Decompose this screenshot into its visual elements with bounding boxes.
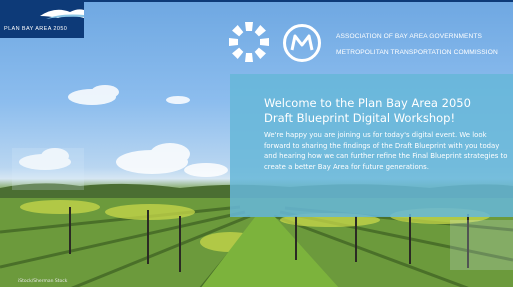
partner-logos: ASSOCIATION OF BAY AREA GOVERNMENTS METR… <box>226 19 513 69</box>
welcome-title-line-1: Welcome to the Plan Bay Area 2050 <box>264 96 471 110</box>
workshop-slide: PLAN BAY AREA 2050 ASSOCIATION OF BAY AR… <box>0 0 513 287</box>
mtc-monogram-icon <box>283 24 321 62</box>
welcome-title: Welcome to the Plan Bay Area 2050 Draft … <box>264 96 512 126</box>
organization-names: ASSOCIATION OF BAY AREA GOVERNMENTS METR… <box>336 29 498 61</box>
photo-credit: iStock/Sherman Stock <box>18 279 68 284</box>
welcome-message: We're happy you are joining us for today… <box>264 131 508 171</box>
translucent-overlay-block <box>12 148 84 190</box>
plan-bay-area-hills-icon <box>40 9 84 19</box>
welcome-title-line-2: Draft Blueprint Digital Workshop! <box>264 111 456 125</box>
plan-logo-text: PLAN BAY AREA 2050 <box>4 26 68 32</box>
translucent-overlay-block <box>450 220 513 270</box>
welcome-panel: Welcome to the Plan Bay Area 2050 Draft … <box>230 74 513 217</box>
abag-name: ASSOCIATION OF BAY AREA GOVERNMENTS <box>336 33 483 40</box>
plan-bay-area-logo: PLAN BAY AREA 2050 <box>0 2 84 38</box>
abag-sun-icon <box>229 22 269 62</box>
mtc-name: METROPOLITAN TRANSPORTATION COMMISSION <box>336 49 498 56</box>
